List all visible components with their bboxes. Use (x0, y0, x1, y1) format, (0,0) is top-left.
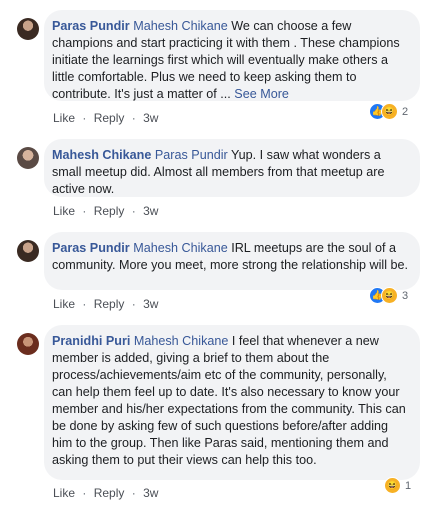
comment-bubble: Paras Pundir Mahesh Chikane IRL meetups … (44, 232, 420, 290)
comment-actions: Like · Reply · 3w (53, 486, 162, 500)
reply-button[interactable]: Reply (94, 486, 125, 500)
separator: · (131, 486, 136, 500)
comment-bubble: Pranidhi Puri Mahesh Chikane I feel that… (44, 325, 420, 480)
separator: · (131, 204, 136, 218)
timestamp[interactable]: 3w (143, 486, 158, 500)
comment-thread: Paras Pundir Mahesh Chikane We can choos… (0, 0, 431, 508)
haha-reaction-icon: 😆 (381, 287, 398, 304)
comment-author[interactable]: Paras Pundir (52, 241, 130, 255)
separator: · (131, 297, 136, 311)
comment-actions: Like · Reply · 3w (53, 297, 162, 311)
like-button[interactable]: Like (53, 204, 75, 218)
comment-author[interactable]: Paras Pundir (52, 19, 130, 33)
separator: · (131, 111, 136, 125)
comment-bubble: Mahesh Chikane Paras Pundir Yup. I saw w… (44, 139, 420, 197)
comment-author[interactable]: Pranidhi Puri (52, 334, 130, 348)
like-button[interactable]: Like (53, 297, 75, 311)
avatar[interactable] (17, 240, 39, 262)
see-more-link[interactable]: See More (234, 87, 289, 101)
comment-text: I feel that whenever a new member is add… (52, 334, 406, 467)
comment-actions: Like · Reply · 3w (53, 204, 162, 218)
separator: · (82, 111, 87, 125)
comment-mention[interactable]: Paras Pundir (155, 148, 228, 162)
reply-button[interactable]: Reply (94, 297, 125, 311)
timestamp[interactable]: 3w (143, 297, 158, 311)
haha-reaction-icon: 😆 (381, 103, 398, 120)
reaction-count: 3 (402, 289, 409, 302)
reactions[interactable]: 👍 😆 2 (369, 103, 408, 120)
like-button[interactable]: Like (53, 486, 75, 500)
like-button[interactable]: Like (53, 111, 75, 125)
reactions[interactable]: 👍 😆 3 (369, 287, 408, 304)
reactions[interactable]: 😆 1 (384, 477, 411, 494)
comment-actions: Like · Reply · 3w (53, 111, 162, 125)
timestamp[interactable]: 3w (143, 111, 158, 125)
comment-mention[interactable]: Mahesh Chikane (134, 334, 229, 348)
avatar[interactable] (17, 147, 39, 169)
comment-author[interactable]: Mahesh Chikane (52, 148, 151, 162)
comment-mention[interactable]: Mahesh Chikane (133, 241, 228, 255)
avatar[interactable] (17, 18, 39, 40)
timestamp[interactable]: 3w (143, 204, 158, 218)
reply-button[interactable]: Reply (94, 204, 125, 218)
reply-button[interactable]: Reply (94, 111, 125, 125)
comment-mention[interactable]: Mahesh Chikane (133, 19, 228, 33)
reaction-count: 2 (402, 105, 409, 118)
separator: · (82, 297, 87, 311)
haha-reaction-icon: 😆 (384, 477, 401, 494)
avatar[interactable] (17, 333, 39, 355)
separator: · (82, 204, 87, 218)
reaction-count: 1 (405, 479, 412, 492)
separator: · (82, 486, 87, 500)
comment-bubble: Paras Pundir Mahesh Chikane We can choos… (44, 10, 420, 101)
